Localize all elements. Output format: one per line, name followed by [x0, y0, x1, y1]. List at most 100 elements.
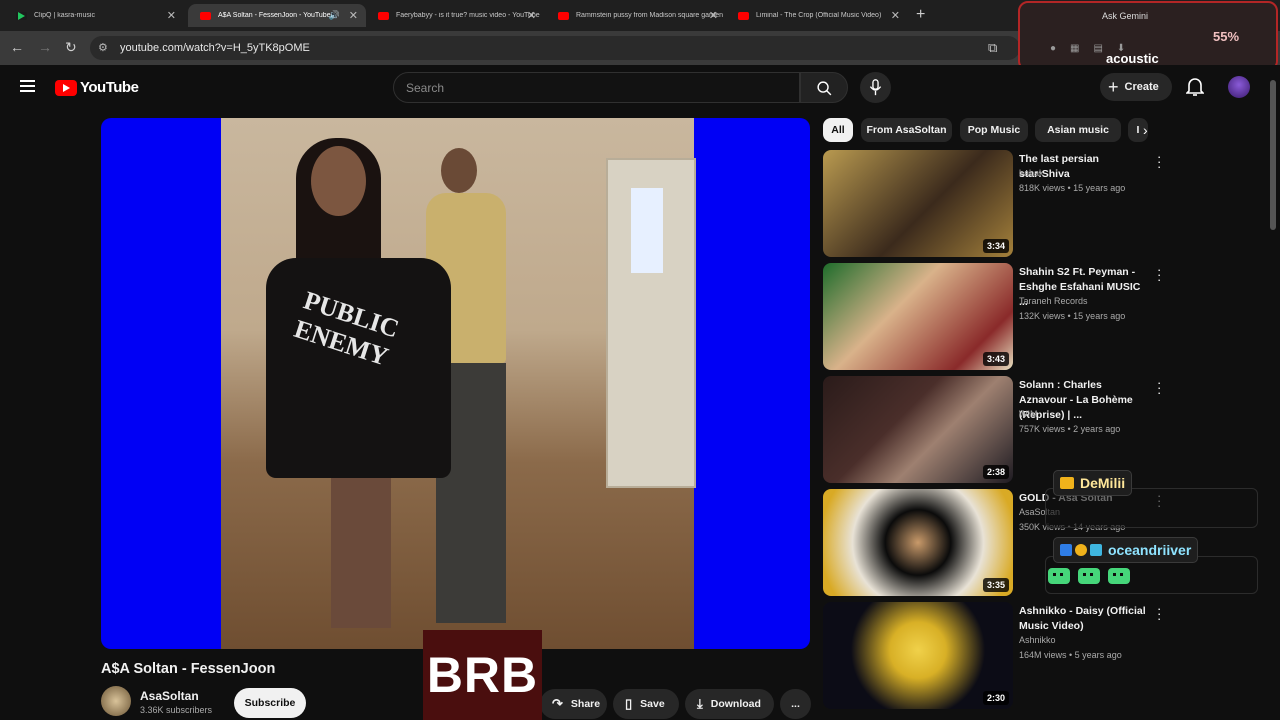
chat-username: oceandriiver	[1053, 537, 1199, 563]
more-actions-button[interactable]: ...	[780, 689, 811, 719]
save-button[interactable]: ▯ Save	[613, 689, 679, 719]
door-window-image	[631, 188, 663, 273]
channel-name[interactable]: WIM	[1019, 409, 1038, 419]
browser-tab[interactable]: Liminal - The Crop (Official Music Video…	[726, 4, 908, 27]
chat-username-text: DeMilii	[1080, 475, 1126, 491]
speaker-icon[interactable]: 🔊	[329, 10, 340, 21]
filter-chips: All From AsaSoltan Pop Music Asian music…	[823, 118, 1163, 144]
tab-title: Rammstein pussy from Madison square gard…	[576, 12, 724, 19]
tab-title: Liminal - The Crop (Official Music Video…	[756, 12, 882, 19]
brb-text: BRB	[426, 647, 539, 703]
dancer-figure: PUBLIC ENEMY	[241, 138, 451, 638]
cast-icon[interactable]: ⧉	[988, 40, 997, 56]
more-vert-icon[interactable]: ···	[1157, 263, 1161, 286]
duration-badge: 2:38	[982, 465, 1009, 479]
youtube-icon	[378, 11, 389, 20]
chip-all[interactable]: All	[823, 118, 853, 142]
save-label: Save	[640, 698, 665, 710]
create-button[interactable]: + Create	[1100, 73, 1172, 101]
more-vert-icon[interactable]: ···	[1157, 150, 1161, 173]
search-placeholder: Search	[406, 81, 445, 95]
close-tab-icon[interactable]: ✕	[527, 9, 536, 22]
video-title[interactable]: Ashnikko - Daisy (Official Music Video)	[1019, 604, 1147, 634]
logo-text: YouTube	[80, 79, 139, 96]
browser-tab-active[interactable]: A$A Soltan - FessenJoon - YouTube 🔊 ✕	[188, 4, 366, 27]
chip-from-asasoltan[interactable]: From AsaSoltan	[861, 118, 952, 142]
video-thumbnail[interactable]: 2:38	[823, 376, 1013, 483]
plus-icon: +	[1108, 76, 1119, 97]
duration-badge: 3:35	[982, 578, 1009, 592]
notifications-bell-icon[interactable]	[1186, 77, 1204, 97]
emote-icon	[1078, 568, 1100, 584]
url-field[interactable]: ⚙ youtube.com/watch?v=H_5yTK8pOME	[90, 36, 1020, 60]
channel-name[interactable]: Taraneh Records	[1019, 296, 1088, 306]
menu-icon[interactable]	[20, 80, 35, 92]
channel-name-main[interactable]: AsaSoltan	[140, 689, 199, 703]
more-vert-icon[interactable]: ···	[1157, 376, 1161, 399]
percent-readout: 55%	[1213, 29, 1240, 44]
new-tab-button[interactable]: +	[916, 6, 925, 24]
chevron-right-icon[interactable]: ›	[1143, 122, 1148, 138]
chip-pop-music[interactable]: Pop Music	[960, 118, 1028, 142]
browser-tab[interactable]: ClipQ | kasra-music ✕	[4, 4, 184, 27]
more-horiz-icon: ...	[791, 698, 800, 710]
youtube-icon	[55, 79, 77, 96]
tab-title: A$A Soltan - FessenJoon - YouTube	[218, 12, 331, 19]
voice-search-button[interactable]	[860, 72, 891, 103]
recommendation-item[interactable]: 2:30 Ashnikko - Daisy (Official Music Vi…	[823, 602, 1163, 709]
duration-badge: 3:34	[982, 239, 1009, 253]
site-settings-icon[interactable]: ⚙	[98, 41, 108, 54]
badge-icon	[1060, 544, 1072, 556]
video-thumbnail[interactable]: 3:35	[823, 489, 1013, 596]
play-icon	[16, 11, 27, 20]
channel-name[interactable]: Ashnikko	[1019, 635, 1056, 645]
close-tab-icon[interactable]: ✕	[167, 9, 176, 22]
brb-overlay: BRB	[423, 630, 542, 720]
video-thumbnail[interactable]: 3:34	[823, 150, 1013, 257]
youtube-header: YouTube Search + Create	[0, 65, 1280, 110]
video-thumbnail[interactable]: 3:43	[823, 263, 1013, 370]
acoustic-label: acoustic	[1106, 51, 1159, 66]
account-avatar[interactable]	[1228, 76, 1250, 98]
crown-icon	[1060, 477, 1074, 489]
subscriber-count: 3.36K subscribers	[140, 705, 213, 715]
search-button[interactable]	[800, 72, 848, 103]
recommendation-item[interactable]: 2:38 Solann : Charles Aznavour - La Bohè…	[823, 376, 1163, 483]
recommendation-item[interactable]: 3:34 The last persian star:Shiva babak 8…	[823, 150, 1163, 257]
recommendation-item[interactable]: 3:43 Shahin S2 Ft. Peyman - Eshghe Esfah…	[823, 263, 1163, 370]
close-tab-icon[interactable]: ✕	[709, 9, 718, 22]
video-title[interactable]: Solann : Charles Aznavour - La Bohème (R…	[1019, 378, 1147, 423]
gemini-label: Ask Gemini	[1102, 11, 1149, 21]
back-arrow-icon[interactable]: ←	[10, 39, 24, 55]
channel-avatar[interactable]	[101, 686, 131, 716]
share-button[interactable]: ↷ Share	[540, 689, 607, 719]
tab-title: ClipQ | kasra-music	[34, 12, 95, 19]
forward-arrow-icon[interactable]: →	[38, 39, 52, 55]
browser-tab[interactable]: Faerybabyy - is it true? music video - Y…	[366, 4, 544, 27]
page-scrollbar[interactable]	[1270, 80, 1276, 230]
youtube-icon	[558, 11, 569, 20]
share-icon: ↷	[552, 696, 563, 711]
download-button[interactable]: ⤓ Download	[685, 689, 774, 719]
bookmark-icon: ▯	[625, 696, 633, 711]
share-label: Share	[570, 698, 601, 710]
video-player[interactable]: PUBLIC ENEMY	[101, 118, 810, 649]
browser-tab[interactable]: Rammstein pussy from Madison square gard…	[546, 4, 726, 27]
close-tab-icon[interactable]: ✕	[349, 9, 358, 22]
subscribe-button[interactable]: Subscribe	[234, 688, 306, 718]
badge-icon	[1075, 544, 1087, 556]
search-input[interactable]: Search	[393, 72, 800, 103]
search-icon	[817, 81, 832, 96]
badge-icon	[1090, 544, 1102, 556]
url-text: youtube.com/watch?v=H_5yTK8pOME	[120, 42, 310, 54]
microphone-icon	[869, 79, 882, 96]
video-thumbnail[interactable]: 2:30	[823, 602, 1013, 709]
tab-title: Faerybabyy - is it true? music video - Y…	[396, 12, 540, 19]
more-vert-icon[interactable]: ···	[1157, 602, 1161, 625]
chip-asian-music[interactable]: Asian music	[1035, 118, 1121, 142]
video-meta: 757K views • 2 years ago	[1019, 424, 1121, 434]
channel-name[interactable]: babak	[1019, 168, 1044, 178]
reload-icon[interactable]: ↻	[65, 39, 77, 56]
youtube-logo[interactable]: YouTube	[55, 79, 139, 96]
close-tab-icon[interactable]: ✕	[891, 9, 900, 22]
